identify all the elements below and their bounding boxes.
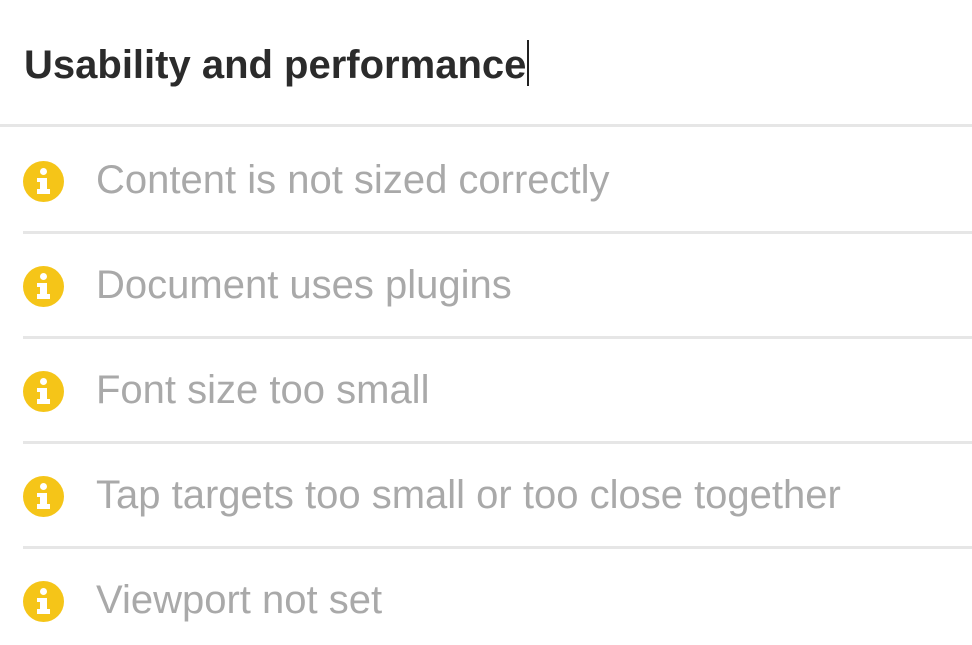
issue-label: Font size too small [96, 368, 430, 412]
issue-list: Content is not sized correctly Document … [0, 128, 972, 645]
section-title[interactable]: Usability and performance [24, 43, 526, 87]
info-icon [23, 476, 64, 517]
list-item[interactable]: Tap targets too small or too close toget… [0, 441, 972, 548]
issue-label: Document uses plugins [96, 263, 512, 307]
info-icon [23, 161, 64, 202]
info-icon [23, 266, 64, 307]
list-item[interactable]: Content is not sized correctly [0, 128, 972, 233]
issue-label: Tap targets too small or too close toget… [96, 473, 841, 517]
issue-label: Viewport not set [96, 578, 383, 622]
section-title-field[interactable]: Usability and performance [24, 40, 530, 89]
issue-label: Content is not sized correctly [96, 158, 610, 202]
info-icon [23, 371, 64, 412]
list-item[interactable]: Viewport not set [0, 546, 972, 645]
usability-panel: Usability and performance Content is not… [0, 0, 972, 645]
info-icon [23, 581, 64, 622]
section-header: Usability and performance [0, 0, 972, 127]
text-cursor [527, 40, 530, 86]
list-item[interactable]: Font size too small [0, 336, 972, 443]
list-item[interactable]: Document uses plugins [0, 231, 972, 338]
